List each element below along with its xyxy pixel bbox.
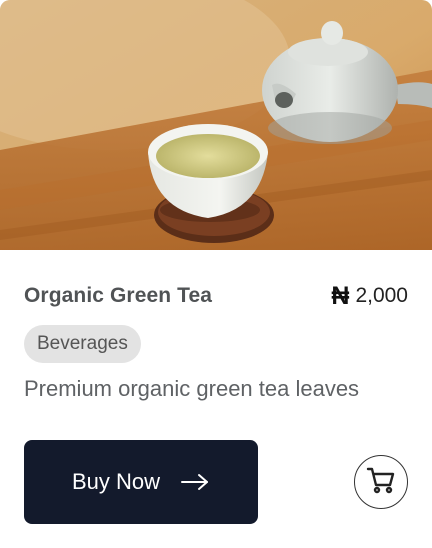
- product-card: Organic Green Tea ₦ 2,000 Beverages Prem…: [0, 0, 432, 548]
- shopping-cart-icon: [365, 464, 397, 501]
- arrow-right-icon: [180, 472, 210, 492]
- add-to-cart-button[interactable]: [354, 455, 408, 509]
- product-description: Premium organic green tea leaves: [24, 376, 360, 401]
- product-price: ₦ 2,000: [331, 281, 408, 310]
- price-value: 2,000: [355, 284, 408, 307]
- buy-now-button[interactable]: Buy Now: [24, 440, 258, 524]
- buy-now-label: Buy Now: [71, 469, 161, 494]
- product-name[interactable]: Organic Green Tea: [24, 284, 212, 308]
- title-row: Organic Green Tea ₦ 2,000: [24, 280, 408, 312]
- category-badge: Beverages: [24, 325, 141, 363]
- product-image[interactable]: [0, 0, 432, 250]
- currency-symbol: ₦: [331, 281, 350, 310]
